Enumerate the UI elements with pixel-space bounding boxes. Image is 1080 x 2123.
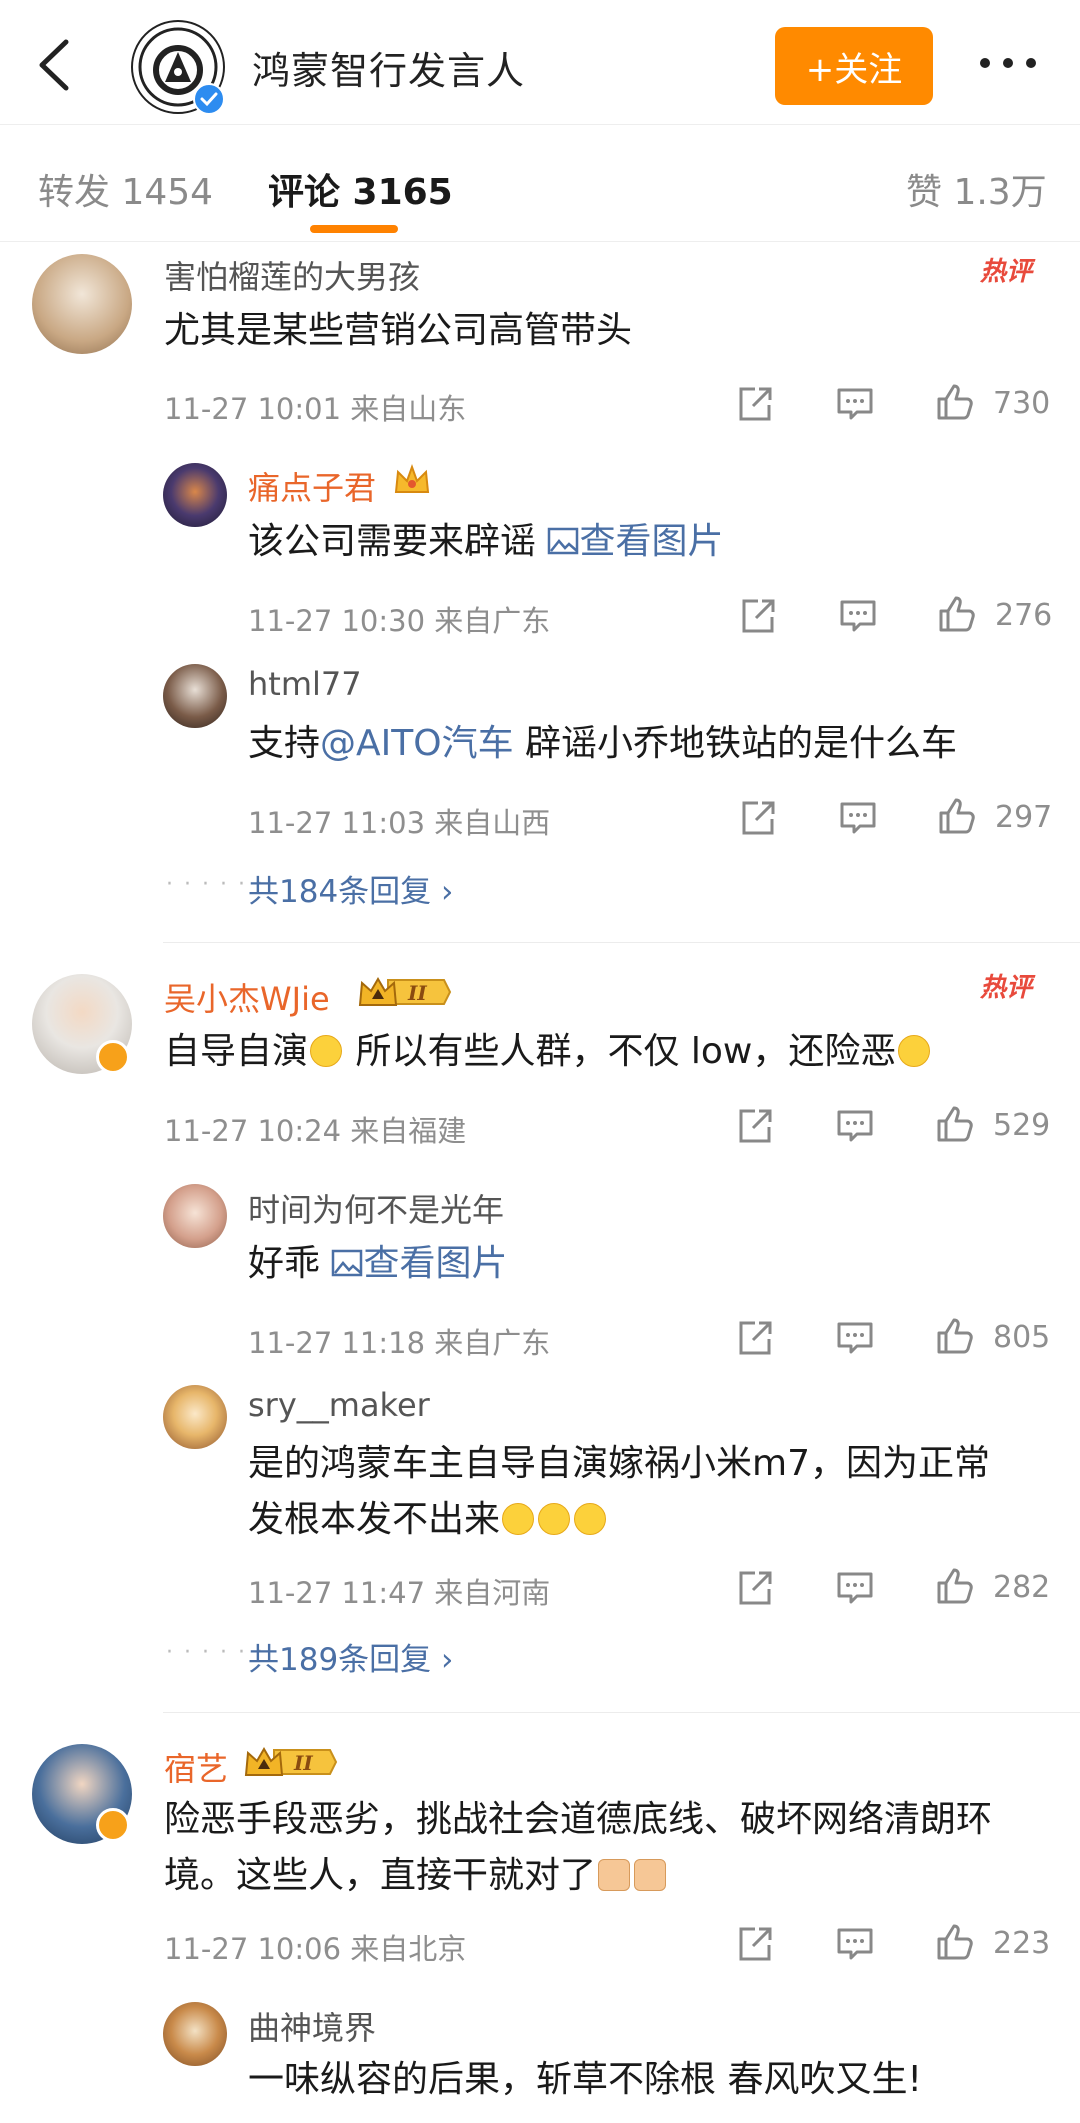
comment-icon[interactable] (835, 1106, 875, 1146)
svg-text:热评: 热评 (980, 973, 1036, 1003)
share-icon[interactable] (735, 384, 775, 424)
more-options-icon[interactable] (978, 56, 1038, 70)
image-icon (332, 1249, 363, 1277)
svg-text:II: II (407, 981, 427, 1005)
image-icon (548, 527, 579, 555)
like-count: 297 (995, 800, 1053, 835)
like-icon[interactable] (937, 796, 977, 836)
comment-username[interactable]: 害怕榴莲的大男孩 (164, 252, 420, 298)
thumbs-up-emoji-icon (634, 1859, 667, 1891)
verified-badge-icon (96, 1040, 130, 1074)
divider (163, 1712, 1080, 1713)
comment-icon[interactable] (838, 596, 878, 636)
reply-username[interactable]: sry__maker (248, 1386, 430, 1424)
view-replies-link[interactable]: 共189条回复 › (248, 1634, 453, 1679)
comment-meta: 11-27 10:24 来自福建 (164, 1114, 467, 1148)
thumbs-up-emoji-icon (598, 1859, 631, 1891)
comment-icon[interactable] (835, 384, 875, 424)
reply-text: 一味纵容的后果，斩草不除根 春风吹又生! (248, 2059, 922, 2100)
reply-username[interactable]: html77 (248, 665, 362, 703)
reply-meta: 11-27 10:30 来自广东 (248, 604, 551, 638)
verified-badge-icon (193, 83, 225, 115)
reply-username[interactable]: 时间为何不是光年 (248, 1185, 504, 1231)
svg-text:II: II (293, 1751, 313, 1775)
comment-meta: 11-27 10:06 来自北京 (164, 1932, 467, 1966)
laugh-emoji-icon (574, 1503, 607, 1535)
share-icon[interactable] (738, 798, 778, 838)
avatar[interactable] (163, 664, 227, 728)
reply-meta: 11-27 11:47 来自河南 (248, 1576, 551, 1610)
comment-text: 尤其是某些营销公司高管带头 (164, 310, 633, 351)
comment-meta: 11-27 10:01 来自山东 (164, 392, 467, 426)
like-count: 529 (993, 1108, 1051, 1143)
comment-text: 险恶手段恶劣，挑战社会道德底线、破坏网络清朗环 境。这些人，直接干就对了 (164, 1799, 993, 1896)
tab-repost[interactable]: 转发 1454 (38, 163, 213, 215)
avatar[interactable] (163, 1184, 227, 1248)
view-image-link[interactable]: 查看图片 (547, 521, 723, 562)
share-icon[interactable] (735, 1318, 775, 1358)
share-icon[interactable] (738, 596, 778, 636)
like-icon[interactable] (935, 1316, 975, 1356)
view-replies-link[interactable]: 共184条回复 › (248, 866, 453, 911)
hot-comment-icon: 热评 (980, 973, 1036, 1003)
like-icon[interactable] (935, 382, 975, 422)
like-count: 805 (993, 1320, 1051, 1355)
like-count: 282 (993, 1570, 1051, 1605)
comment-username[interactable]: 吴小杰WJie (164, 974, 330, 1020)
share-icon[interactable] (735, 1568, 775, 1608)
share-icon[interactable] (735, 1106, 775, 1146)
mention-link[interactable]: @AITO汽车 (320, 723, 514, 764)
like-icon[interactable] (937, 594, 977, 634)
vip-crown-icon (394, 464, 430, 493)
smile-emoji-icon (310, 1035, 343, 1067)
page-title: 鸿蒙智行发言人 (252, 49, 526, 93)
comment-username[interactable]: 宿艺 (164, 1744, 228, 1790)
reply-text: 是的鸿蒙车主自导自演嫁祸小米m7，因为正常 发根本发不出来 (248, 1443, 990, 1540)
avatar[interactable] (163, 463, 227, 527)
comment-text: 自导自演 所以有些人群，不仅 low，还险恶 (164, 1024, 932, 1080)
laugh-emoji-icon (538, 1503, 571, 1535)
follow-button[interactable]: +关注 (775, 27, 933, 105)
comment-icon[interactable] (838, 798, 878, 838)
like-icon[interactable] (935, 1104, 975, 1144)
like-count: 276 (995, 598, 1053, 633)
comment-icon[interactable] (835, 1318, 875, 1358)
tab-likes[interactable]: 赞 1.3万 (906, 163, 1047, 215)
smile-emoji-icon (898, 1035, 931, 1067)
like-icon[interactable] (935, 1922, 975, 1962)
share-icon[interactable] (735, 1924, 775, 1964)
reply-meta: 11-27 11:18 来自广东 (248, 1326, 551, 1360)
hot-comment-icon: 热评 (980, 257, 1036, 287)
divider (163, 942, 1080, 943)
vip-level-badge-icon: II (244, 1747, 338, 1776)
like-count: 730 (993, 386, 1051, 421)
avatar[interactable] (32, 254, 132, 354)
reply-text: 好乖 查看图片 (248, 1243, 508, 1284)
top-bar: 鸿蒙智行发言人 +关注 (0, 0, 1080, 124)
avatar[interactable] (163, 1385, 227, 1449)
reply-text: 支持@AITO汽车 辟谣小乔地铁站的是什么车 (248, 723, 958, 764)
verified-badge-icon (96, 1808, 130, 1842)
reply-text: 该公司需要来辟谣 查看图片 (248, 521, 724, 562)
vip-level-badge-icon: II (358, 977, 452, 1006)
svg-text:热评: 热评 (980, 257, 1036, 287)
avatar[interactable] (163, 2002, 227, 2066)
tab-bar: 转发 1454 评论 3165 赞 1.3万 (0, 124, 1080, 242)
active-tab-indicator (310, 225, 398, 233)
back-arrow-icon[interactable] (28, 30, 88, 100)
laugh-emoji-icon (502, 1503, 535, 1535)
like-count: 223 (993, 1926, 1051, 1961)
reply-username[interactable]: 曲神境界 (248, 2003, 376, 2049)
reply-meta: 11-27 11:03 来自山西 (248, 806, 551, 840)
comment-icon[interactable] (835, 1924, 875, 1964)
view-image-link[interactable]: 查看图片 (331, 1243, 507, 1284)
reply-username[interactable]: 痛点子君 (248, 463, 376, 509)
like-icon[interactable] (935, 1566, 975, 1606)
comment-icon[interactable] (835, 1568, 875, 1608)
tab-comments[interactable]: 评论 3165 (268, 163, 453, 215)
